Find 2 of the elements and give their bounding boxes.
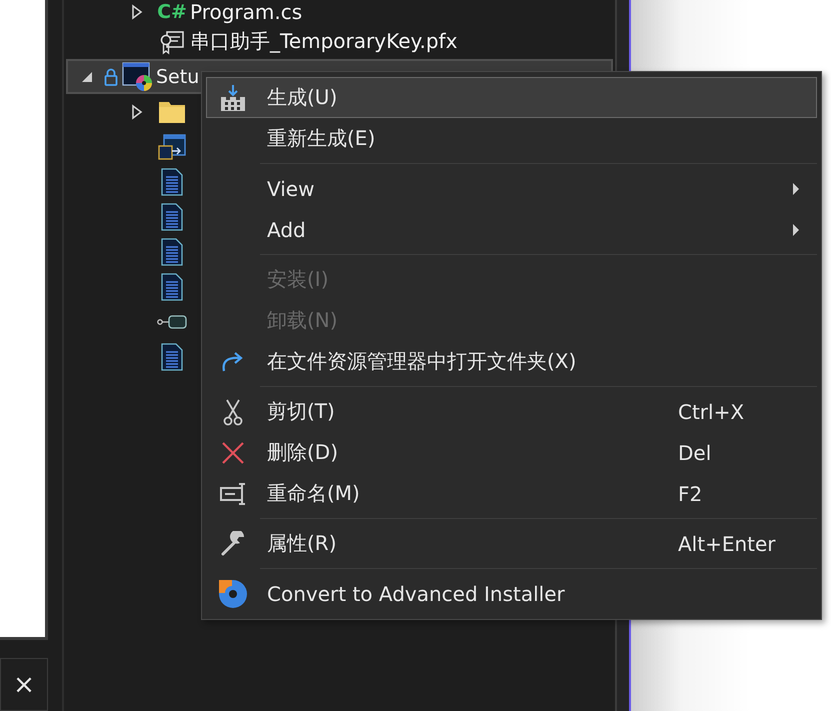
- csharp-file-icon: C#: [157, 1, 187, 23]
- tree-item-label: Setu: [156, 66, 200, 88]
